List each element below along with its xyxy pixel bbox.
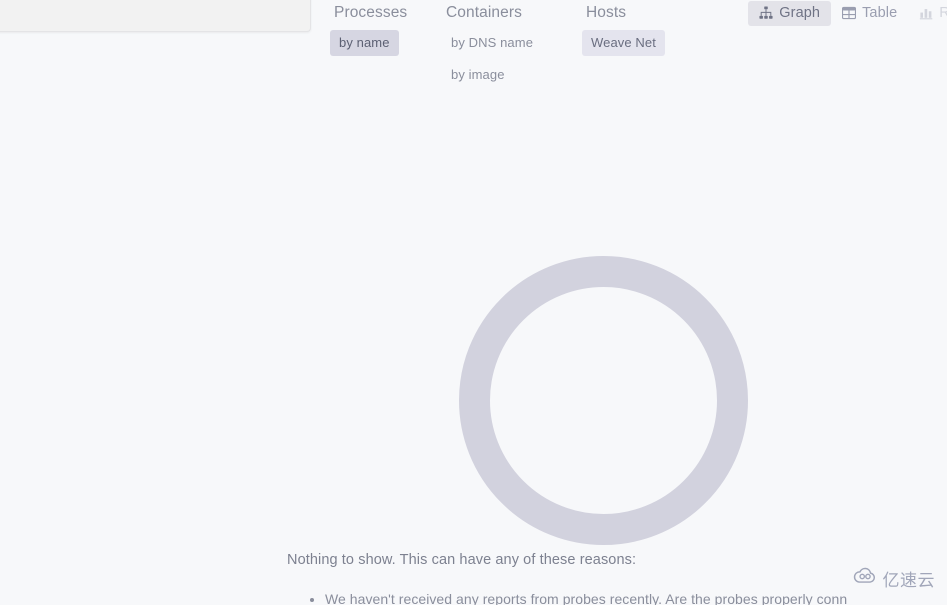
empty-state-title: Nothing to show. This can have any of th… bbox=[287, 552, 637, 568]
topology-title-hosts[interactable]: Hosts bbox=[582, 0, 630, 26]
graph-icon bbox=[759, 5, 773, 20]
view-mode-resources-button[interactable]: Re bbox=[908, 1, 947, 26]
view-mode-bar: Graph Table Re bbox=[748, 0, 947, 26]
empty-state-reason-item: We haven't received any reports from pro… bbox=[325, 589, 887, 605]
topology-column-containers: Containers by DNS name by image bbox=[442, 0, 582, 94]
topology-option-weave-net[interactable]: Weave Net bbox=[582, 30, 665, 56]
view-mode-table-label: Table bbox=[862, 4, 898, 21]
topology-title-processes[interactable]: Processes bbox=[330, 0, 411, 26]
topology-column-processes: Processes by name bbox=[330, 0, 442, 94]
search-panel[interactable] bbox=[0, 0, 311, 32]
view-mode-graph-button[interactable]: Graph bbox=[748, 0, 832, 26]
resources-icon bbox=[919, 6, 933, 20]
topology-option-by-image[interactable]: by image bbox=[442, 62, 514, 88]
empty-state: Nothing to show. This can have any of th… bbox=[287, 550, 887, 605]
topology-title-containers[interactable]: Containers bbox=[442, 0, 526, 26]
loading-ring-spinner bbox=[459, 256, 748, 545]
topology-selector: Processes by name Containers by DNS name… bbox=[330, 0, 702, 94]
table-icon bbox=[842, 6, 857, 20]
watermark-text: 亿速云 bbox=[882, 571, 935, 591]
empty-state-reason-list: We haven't received any reports from pro… bbox=[287, 589, 887, 605]
view-mode-resources-label: Re bbox=[939, 4, 947, 21]
topology-option-by-name[interactable]: by name bbox=[330, 30, 399, 56]
view-mode-table-button[interactable]: Table bbox=[831, 1, 908, 26]
topology-column-hosts: Hosts Weave Net bbox=[582, 0, 702, 94]
view-mode-graph-label: Graph bbox=[779, 4, 821, 21]
topology-option-by-dns-name[interactable]: by DNS name bbox=[442, 30, 542, 56]
